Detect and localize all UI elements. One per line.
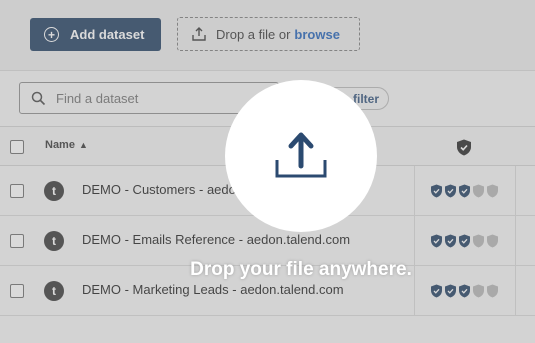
drop-circle bbox=[225, 80, 377, 232]
drop-message: Drop your file anywhere. bbox=[190, 259, 412, 280]
upload-arrow-icon bbox=[275, 132, 327, 178]
drop-overlay[interactable]: Drop your file anywhere. bbox=[0, 0, 535, 343]
